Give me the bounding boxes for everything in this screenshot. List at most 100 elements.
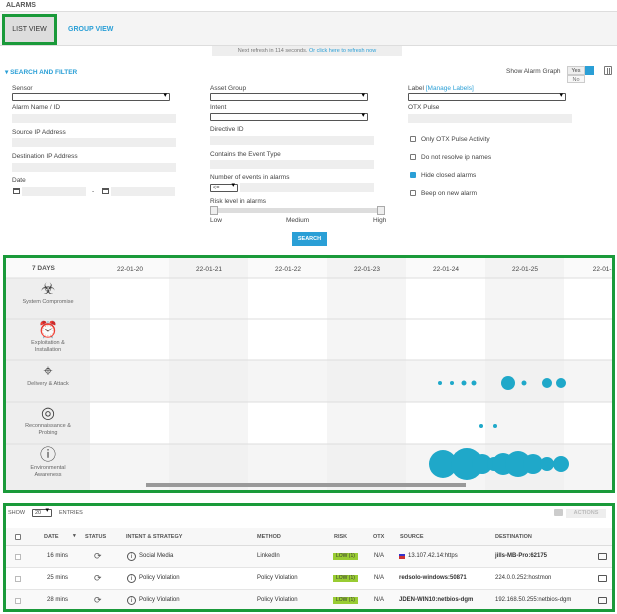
row-action-icon[interactable] [598,597,607,604]
alarm-bubble[interactable] [501,376,515,390]
flag-icon [399,554,405,559]
directive-id-input[interactable] [210,136,374,145]
alarm-bubble[interactable] [493,424,497,428]
table-row[interactable]: 25 mins ⟳ i Policy Violation Policy Violatio… [6,568,612,590]
refresh-status-icon[interactable]: ⟳ [94,573,102,584]
manage-labels-link[interactable]: [Manage Labels] [426,85,474,92]
source-ip-label: Source IP Address [12,129,66,136]
info-icon[interactable]: i [127,552,136,561]
entries-label: ENTRIES [59,510,83,516]
calendar-icon[interactable] [13,188,20,194]
alarm-bubble[interactable] [521,380,527,386]
category-label: Awareness [34,471,62,478]
range-label: 7 DAYS [32,265,55,272]
col-intent[interactable]: INTENT & STRATEGY [126,534,182,540]
category-row-label: ⓘ Environmental Awareness [6,447,90,478]
sensor-select[interactable] [12,91,170,101]
page-title: ALARMS [6,2,36,9]
hide-closed-checkbox[interactable] [410,172,416,178]
event-type-input[interactable] [210,160,374,169]
info-icon[interactable]: i [127,574,136,583]
row-checkbox[interactable] [15,576,21,582]
tag-icon[interactable] [554,509,563,516]
search-button[interactable]: SEARCH [292,232,327,246]
alarm-bubble[interactable] [553,456,569,472]
row-source[interactable]: JDEN-WIN10:netbios-dgm [399,597,473,603]
asset-group-select[interactable] [210,91,368,101]
source-ip-input[interactable] [12,138,176,147]
tab-group-view[interactable]: GROUP VIEW [68,26,113,33]
row-date: 28 mins [47,597,69,603]
alarm-bubble[interactable] [461,380,467,386]
toggle-yes[interactable]: Yes [567,66,585,75]
alarm-name-input[interactable] [12,114,176,123]
category-label: Delivery & Attack [27,381,69,387]
row-checkbox[interactable] [15,598,21,604]
col-risk[interactable]: RISK [334,534,347,540]
alarm-bubble[interactable] [479,424,483,428]
row-intent: Policy Violation [139,575,180,581]
calendar-icon[interactable] [102,188,109,194]
refresh-status-icon[interactable]: ⟳ [94,595,102,606]
col-source[interactable]: SOURCE [400,534,424,540]
row-destination[interactable]: 192.168.50.255:netbios-dgm [495,597,571,603]
entries-count: 20 [35,510,42,516]
tab-list-view[interactable]: LIST VIEW [2,14,57,45]
row-source[interactable]: redsolo-windows:50871 [399,575,467,581]
intent-select[interactable] [210,111,368,121]
category-row-label: ⌖ Delivery & Attack [6,363,90,388]
date-to-input[interactable] [111,187,175,196]
entries-select[interactable]: 20 [32,507,52,517]
risk-slider-handle-min[interactable] [210,206,218,215]
row-checkbox[interactable] [15,554,21,560]
col-destination[interactable]: DESTINATION [495,534,532,540]
column-settings-icon[interactable] [604,66,612,75]
risk-slider-handle-max[interactable] [377,206,385,215]
table-row[interactable]: 28 mins ⟳ i Policy Violation Policy Violatio… [6,590,612,609]
col-date[interactable]: DATE [44,534,59,540]
col-status[interactable]: STATUS [85,534,106,540]
date-label: 22-01-23 [354,266,380,273]
row-action-icon[interactable] [598,575,607,582]
col-method[interactable]: METHOD [257,534,281,540]
alarm-bubble[interactable] [556,378,566,388]
otx-pulse-input[interactable] [408,114,572,123]
sort-icon[interactable]: ▾ [73,533,76,539]
refresh-status-icon[interactable]: ⟳ [94,551,102,562]
dest-ip-input[interactable] [12,163,176,172]
row-otx: N/A [374,575,385,581]
alarm-bubble[interactable] [542,378,552,388]
col-otx[interactable]: OTX [373,534,384,540]
alarm-bubble[interactable] [471,380,477,386]
alarm-bubble[interactable] [540,457,554,471]
otx-pulse-label: OTX Pulse [408,104,440,111]
show-graph-toggle[interactable]: Yes No [567,66,595,84]
toggle-switch[interactable] [585,66,594,75]
actions-button[interactable]: ACTIONS [566,509,606,518]
refresh-link[interactable]: Or click here to refresh now [309,48,376,54]
only-otx-checkbox[interactable] [410,136,416,142]
row-source[interactable]: 13.107.42.14:https [408,553,458,559]
info-icon[interactable]: i [127,596,136,605]
risk-badge: LOW (1) [333,575,358,582]
date-from-input[interactable] [22,187,86,196]
toggle-no[interactable]: No [567,75,585,83]
row-destination[interactable]: 224.0.0.252:hostmon [495,575,551,581]
row-otx: N/A [374,597,385,603]
category-row-label: ◎ Reconnaissance & Probing [6,405,90,436]
label-select[interactable] [408,91,566,101]
num-events-operator-select[interactable]: <= [210,182,238,192]
no-resolve-checkbox[interactable] [410,154,416,160]
search-filter-toggle[interactable]: ▾ SEARCH AND FILTER [5,68,77,76]
table-row[interactable]: 16 mins ⟳ i Social Media LinkedIn LOW (1) N/A 1… [6,546,612,568]
beep-checkbox[interactable] [410,190,416,196]
risk-slider-track[interactable] [214,208,384,213]
row-action-icon[interactable] [598,553,607,560]
graph-scrollbar[interactable] [146,483,466,487]
alarm-bubble[interactable] [438,381,442,385]
select-all-checkbox[interactable] [15,534,21,540]
category-label: System Compromise [22,299,74,305]
alarm-bubble[interactable] [450,381,454,385]
row-destination[interactable]: jills-MB-Pro:62175 [495,553,547,559]
num-events-input[interactable] [240,183,374,192]
